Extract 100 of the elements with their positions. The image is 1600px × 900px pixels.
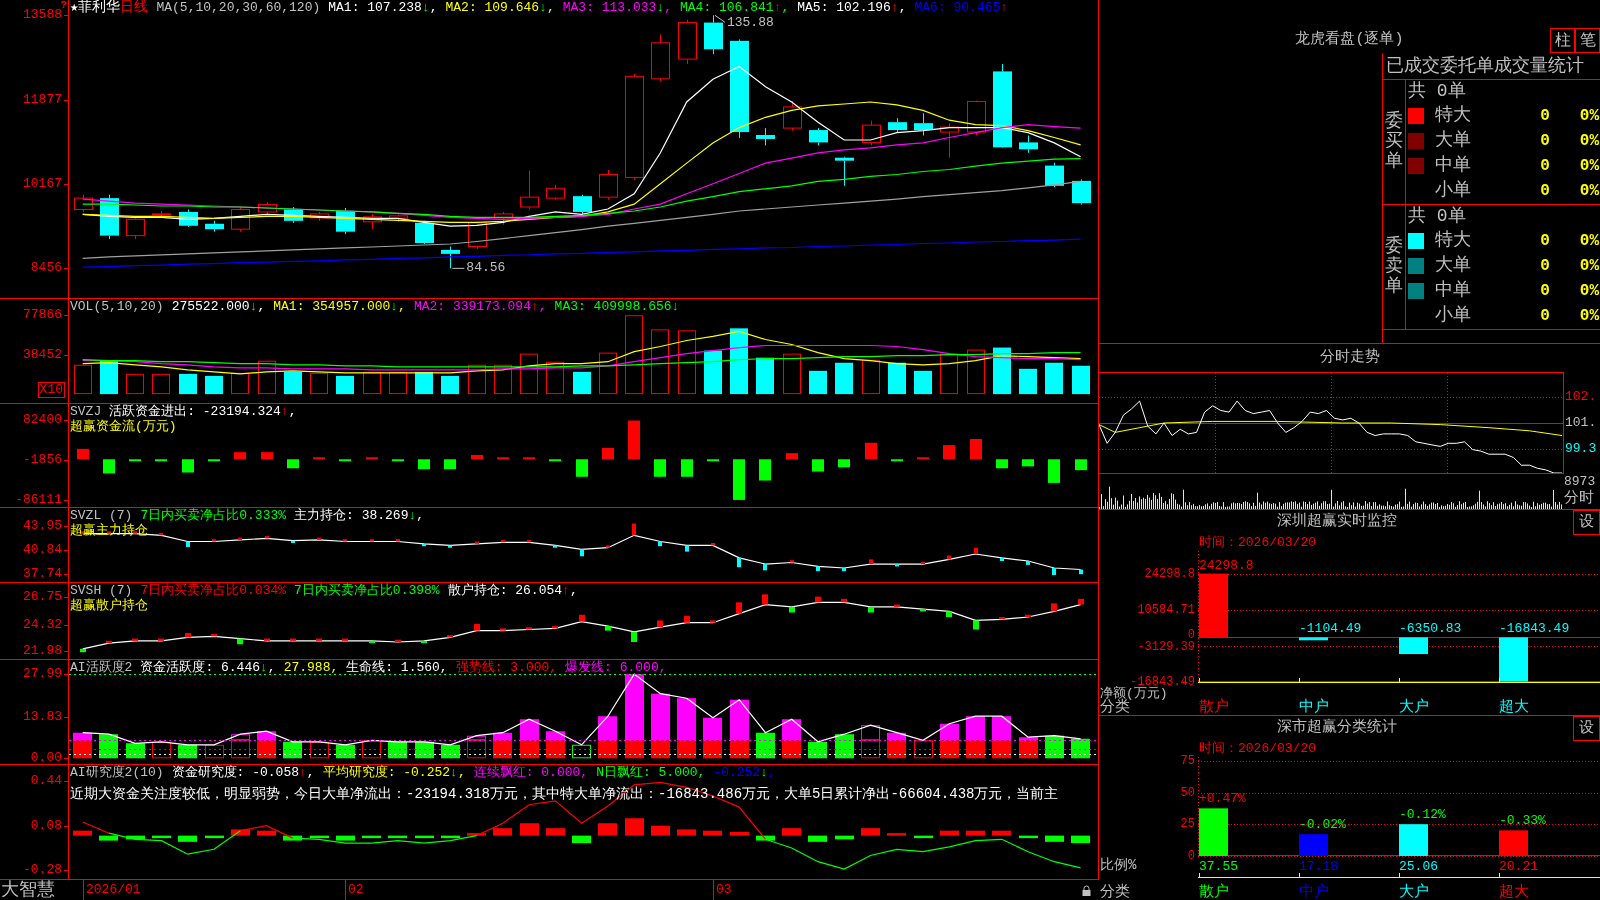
candlestick — [441, 245, 460, 269]
axis-title: 分时 — [1564, 490, 1595, 507]
axis-tick-label: -0.28 — [23, 863, 62, 878]
axis-tick-label: -16843.49 — [1130, 675, 1195, 688]
axis-tick-label: 8456 — [30, 261, 62, 276]
axis-tick-label: 13.83 — [23, 709, 62, 724]
separator: , — [546, 0, 555, 15]
candlestick — [704, 14, 723, 55]
separator: , — [457, 765, 466, 780]
candlestick — [940, 122, 959, 159]
indicator-reading: MA4: 106.841 — [680, 0, 774, 15]
help-mark[interactable]: ? — [60, 0, 67, 11]
candlestick — [651, 33, 670, 82]
order-size-label: 特大 — [1435, 105, 1471, 125]
side-label: 委买单 — [1385, 112, 1403, 172]
trend-arrow: ↓ — [390, 299, 399, 314]
indicator-reading: 活跃资金进出: -23194.324 — [109, 404, 281, 419]
indicator-name: AI研究度2(10) — [70, 765, 164, 780]
settings-button[interactable]: 设 — [1573, 716, 1600, 741]
trend-arrow: ↓ — [671, 299, 680, 314]
change-label: -0.02% — [1299, 818, 1346, 832]
trend-arrow: ↑ — [890, 0, 899, 15]
axis-tick-label: 13588 — [23, 8, 62, 23]
order-size-label: 中单 — [1435, 155, 1471, 175]
order-count: 0 — [1540, 130, 1550, 152]
data-label: 25.06 — [1399, 860, 1438, 873]
axis-title: 分类 — [1100, 700, 1130, 715]
candlestick — [415, 220, 434, 245]
axis-tick-label: 24298.8 — [1144, 567, 1195, 580]
candlestick — [363, 213, 382, 230]
indicator-name: VOL(5,10,20) — [70, 299, 164, 314]
candlestick — [783, 100, 802, 132]
category-label: 超大 — [1499, 885, 1529, 900]
candlestick — [1019, 135, 1038, 154]
indicator-reading: 主力持仓: 38.269 — [294, 508, 409, 523]
axis-title: 净额(万元) — [1100, 687, 1169, 700]
order-percent: 0% — [1579, 180, 1599, 202]
axis-tick-label: 40.84 — [23, 542, 62, 557]
indicator-reading: 7日内买卖净占比0.034% — [140, 583, 287, 598]
indicator-reading: MA3: 409998.656 — [554, 299, 672, 314]
order-size-label: 特大 — [1435, 230, 1471, 250]
indicator-reading: 连续飘红: 0.000, — [473, 765, 589, 780]
axis-tick-label: 0.00 — [30, 751, 62, 766]
indicator-subtitle: 超赢资金流(万元) — [70, 419, 177, 434]
candlestick — [258, 201, 277, 215]
separator: , — [538, 299, 547, 314]
indicator-reading: MA1: 107.238 — [328, 0, 422, 15]
trend-arrow: ↑ — [1000, 0, 1009, 15]
indicator-reading: MA2: 109.646 — [445, 0, 540, 15]
indicator-reading: 275522.000 — [171, 299, 250, 314]
panel-title: 深市超赢分类统计 — [1277, 717, 1397, 739]
candlestick — [152, 210, 171, 219]
candlestick — [494, 211, 513, 226]
category-label: 中户 — [1299, 700, 1329, 715]
leader-line — [714, 14, 726, 23]
trend-arrow: ↓ — [450, 765, 458, 780]
axis-tick-label: -3129.39 — [1137, 641, 1195, 654]
candlestick — [1072, 178, 1091, 206]
axis-tick-label: 10584.71 — [1137, 603, 1195, 616]
axis-tick-label: 27.99 — [23, 667, 62, 682]
indicator-name: SVZL (7) — [70, 508, 133, 523]
trend-arrow: ↑ — [299, 765, 307, 780]
indicator-reading: -0.252 — [713, 765, 761, 780]
indicator-reading: 爆发线: 6.000, — [565, 660, 667, 675]
separator: , — [257, 299, 266, 314]
price-annotation: 84.56 — [466, 261, 506, 276]
change-label: +0.47% — [1199, 792, 1246, 806]
indicator-reading: 资金研究度: -0.058 — [171, 765, 300, 780]
axis-title: 分类 — [1100, 885, 1131, 900]
separator: , — [781, 0, 790, 15]
trend-arrow: ↑ — [562, 583, 570, 598]
view-toggle-button[interactable]: 柱 — [1550, 28, 1575, 53]
data-label: 17.18 — [1299, 860, 1338, 873]
indicator-reading: MA5: 102.196 — [797, 0, 891, 15]
candlestick — [599, 169, 618, 201]
axis-tick-label: 21.98 — [23, 644, 62, 659]
order-size-label: 小单 — [1435, 180, 1471, 200]
brand-name: 大智慧 — [0, 880, 55, 900]
indicator-reading: MA3: 113.033 — [562, 0, 657, 15]
separator: , — [898, 0, 907, 15]
panel-title: 龙虎看盘(逐单) — [1295, 29, 1404, 51]
view-toggle-button[interactable]: 笔 — [1575, 28, 1600, 53]
order-percent: 0% — [1579, 305, 1599, 327]
order-percent: 0% — [1579, 280, 1599, 302]
order-percent: 0% — [1579, 130, 1599, 152]
candlestick — [310, 211, 329, 222]
indicator-reading: 生命线: 1.560, — [346, 660, 448, 675]
axis-tick-label: 50 — [1180, 786, 1195, 799]
data-label: 37.55 — [1199, 860, 1238, 873]
chart-period: 日线 — [120, 0, 149, 15]
axis-tick-label: 43.95 — [23, 518, 62, 533]
candlestick — [573, 194, 592, 215]
timestamp: 时间：2026/03/20 — [1199, 535, 1316, 550]
candlestick — [967, 100, 986, 136]
axis-tick-label: 10167 — [23, 177, 62, 191]
settings-button[interactable]: 设 — [1573, 510, 1600, 535]
category-label: 散户 — [1199, 885, 1229, 900]
axis-tick-label: 75 — [1180, 754, 1195, 767]
scale-label: 101. — [1565, 416, 1597, 430]
category-label: 大户 — [1399, 700, 1429, 715]
